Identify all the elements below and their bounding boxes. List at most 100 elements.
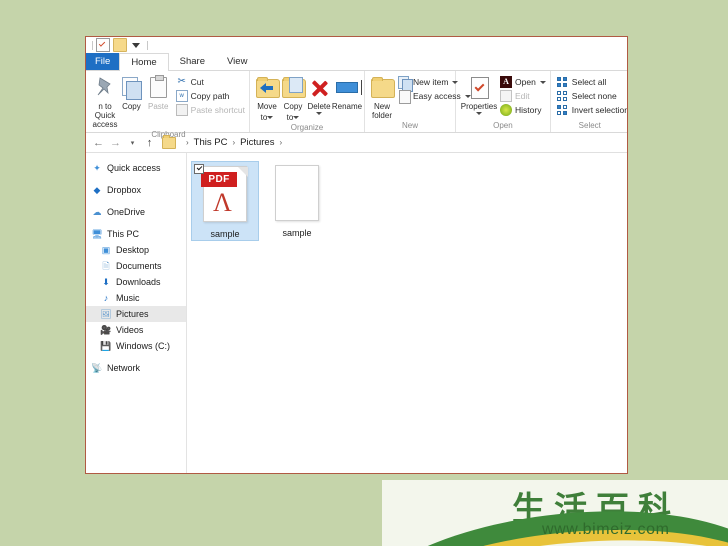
sidebar-item-downloads[interactable]: ⬇ Downloads <box>86 274 186 290</box>
tab-share[interactable]: Share <box>169 53 216 70</box>
tab-home[interactable]: Home <box>119 53 169 71</box>
new-folder-icon <box>369 74 395 100</box>
quick-access-separator <box>92 40 93 50</box>
open-caret-icon[interactable] <box>539 80 546 84</box>
paste-shortcut-label: Paste shortcut <box>190 105 245 115</box>
copy-path-icon: w <box>175 90 188 102</box>
pin-label-line2: access <box>92 120 118 129</box>
sidebar-label-downloads: Downloads <box>116 277 161 287</box>
history-button[interactable]: History <box>500 103 546 117</box>
sidebar-item-dropbox[interactable]: ◆ Dropbox <box>86 182 186 198</box>
sidebar-label-this-pc: This PC <box>107 229 140 239</box>
pin-to-quick-access-button[interactable]: n to Quick access <box>92 74 118 129</box>
breadcrumb-separator-1: › <box>232 138 236 147</box>
sidebar-item-network[interactable]: 📡 Network <box>86 360 186 376</box>
properties-icon <box>466 74 492 100</box>
select-none-button[interactable]: Select none <box>556 89 627 103</box>
copy-button[interactable]: Copy <box>118 74 145 111</box>
ribbon-group-new: New folder New item Easy access New <box>365 71 471 132</box>
sidebar-item-videos[interactable]: 🎥 Videos <box>86 322 186 338</box>
copy-to-caret-icon[interactable] <box>293 115 300 119</box>
paste-shortcut-button[interactable]: Paste shortcut <box>175 103 245 117</box>
rename-button[interactable]: Rename <box>332 74 362 111</box>
drive-icon: 💾 <box>100 341 112 351</box>
group-label-organize: Organize <box>290 123 324 132</box>
group-label-open: Open <box>493 121 513 130</box>
group-label-select: Select <box>578 121 601 130</box>
open-with-button[interactable]: A Open <box>500 75 546 89</box>
invert-selection-icon <box>556 104 569 116</box>
copy-to-icon <box>280 74 306 100</box>
back-arrow-icon[interactable]: ← <box>90 134 107 151</box>
move-to-caret-icon[interactable] <box>267 115 274 119</box>
properties-button[interactable]: Properties <box>460 74 498 115</box>
copy-path-button[interactable]: w Copy path <box>175 89 245 103</box>
tab-file[interactable]: File <box>86 53 120 70</box>
file-tile-sample-doc[interactable]: sample <box>263 161 331 241</box>
pictures-icon: 🖼 <box>100 309 112 319</box>
recent-locations-chevron-icon[interactable]: ▾ <box>124 134 141 151</box>
cloud-icon: ☁ <box>92 207 102 217</box>
paste-button[interactable]: Paste <box>145 74 172 111</box>
sidebar-label-quick-access: Quick access <box>107 163 161 173</box>
breadcrumb-folder-icon <box>162 135 176 149</box>
customize-quick-access-icon[interactable] <box>132 42 140 48</box>
file-list-view[interactable]: PDF Λ sample sample <box>187 153 627 473</box>
downloads-icon: ⬇ <box>102 277 110 287</box>
delete-caret-icon[interactable] <box>316 112 322 115</box>
copy-label: Copy <box>122 102 141 111</box>
properties-label: Properties <box>460 102 498 111</box>
forward-arrow-icon[interactable]: → <box>107 134 124 151</box>
sidebar-item-documents[interactable]: 🗎 Documents <box>86 258 186 274</box>
invert-selection-button[interactable]: Invert selection <box>556 103 628 117</box>
scissors-icon: ✂ <box>177 76 186 87</box>
file-tile-sample-pdf[interactable]: PDF Λ sample <box>191 161 259 241</box>
open-label: Open <box>515 77 536 87</box>
history-label: History <box>515 105 542 115</box>
select-all-button[interactable]: Select all <box>556 75 627 89</box>
history-icon <box>500 104 512 116</box>
breadcrumb-item-this-pc[interactable]: This PC <box>194 137 228 148</box>
acrobat-logo-icon: Λ <box>213 188 232 217</box>
sidebar-item-windows-c[interactable]: 💾 Windows (C:) <box>86 338 186 354</box>
delete-icon <box>306 74 332 100</box>
sidebar-label-documents: Documents <box>116 261 162 271</box>
new-item-label: New item <box>413 77 449 87</box>
ribbon-group-clipboard: n to Quick access Copy Paste ✂ Cut w Cop… <box>88 71 250 139</box>
file-checkbox-selected-icon[interactable] <box>194 164 204 174</box>
breadcrumb-item-pictures[interactable]: Pictures <box>240 137 274 148</box>
properties-caret-icon[interactable] <box>476 112 482 115</box>
breadcrumb-separator-2[interactable]: › <box>279 138 282 147</box>
invert-selection-label: Invert selection <box>571 105 628 115</box>
delete-label: Delete <box>307 102 331 111</box>
new-folder-button[interactable]: New folder <box>369 74 395 120</box>
sidebar-item-pictures[interactable]: 🖼 Pictures <box>86 306 186 322</box>
sidebar-item-quick-access[interactable]: ✦ Quick access <box>86 160 186 176</box>
sidebar-item-onedrive[interactable]: ☁ OneDrive <box>86 204 186 220</box>
cut-button[interactable]: ✂ Cut <box>176 75 245 89</box>
sidebar-item-desktop[interactable]: ▣ Desktop <box>86 242 186 258</box>
edit-button[interactable]: Edit <box>500 89 546 103</box>
new-folder-quick-icon[interactable] <box>113 38 127 52</box>
sidebar-label-pictures: Pictures <box>116 309 149 319</box>
move-to-button[interactable]: Move to <box>254 74 280 122</box>
tab-view[interactable]: View <box>216 53 258 70</box>
sidebar-label-videos: Videos <box>116 325 144 335</box>
documents-icon: 🗎 <box>102 261 110 271</box>
sidebar-item-music[interactable]: ♪ Music <box>86 290 186 306</box>
paste-label: Paste <box>148 102 169 111</box>
delete-button[interactable]: Delete <box>306 74 332 115</box>
pin-label-line1: n to Quick <box>94 102 116 120</box>
open-acrobat-icon: A <box>500 76 512 88</box>
sidebar-item-this-pc[interactable]: 🖥 This PC <box>86 226 186 242</box>
breadcrumb: › This PC › Pictures › <box>162 135 287 149</box>
rename-label: Rename <box>331 102 363 111</box>
sidebar-label-desktop: Desktop <box>116 245 150 255</box>
up-arrow-icon[interactable]: ↑ <box>141 134 158 151</box>
edit-label: Edit <box>515 91 530 101</box>
copy-to-button[interactable]: Copy to <box>280 74 306 122</box>
file-explorer-window: File Home Share View n to Quick access C… <box>85 36 628 474</box>
sidebar-label-dropbox: Dropbox <box>107 185 142 195</box>
ribbon-group-select: Select all Select none Invert selection <box>551 71 628 132</box>
properties-quick-icon[interactable] <box>96 38 110 52</box>
